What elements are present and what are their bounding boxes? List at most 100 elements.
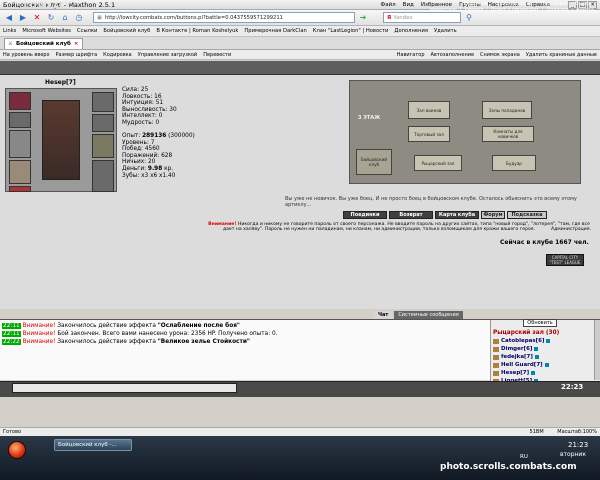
duels-button[interactable]: Поединки (343, 211, 387, 219)
stat-row: Сила: 25 (122, 87, 149, 93)
user-list-item[interactable]: Hesep[7] (493, 370, 536, 376)
refresh-users-button[interactable]: Обновить (523, 319, 557, 327)
link-lastlegion[interactable]: Клан "LastLegion" | Новости (313, 28, 389, 34)
zoom-level[interactable]: Масштаб:100% (557, 429, 597, 435)
tab-system-messages[interactable]: Системные сообщения (394, 311, 463, 319)
info-icon[interactable] (546, 339, 551, 343)
chat-log: 22:11 Внимание! Закончилось действие эфф… (0, 320, 490, 380)
tab-combats[interactable]: ⚔ Бойцовский клуб × (4, 38, 83, 49)
link-links[interactable]: Ссылки (77, 28, 97, 34)
tool-encoding[interactable]: Кодировка (103, 52, 132, 58)
forum-button[interactable]: Форум (481, 211, 505, 219)
link-vkontakte[interactable]: В Контакте | Roman Koshelyuk (156, 28, 238, 34)
password-warning: Внимание! Никогда и никому не говорите п… (207, 222, 591, 233)
club-map-button[interactable]: Карта клуба (435, 211, 479, 219)
taskbar-button[interactable]: Бойцовский клуб -... (54, 439, 132, 451)
search-placeholder: Yandex (393, 14, 413, 21)
shield-slot[interactable] (92, 134, 114, 158)
character-name[interactable]: Hesep[7] (45, 79, 76, 86)
status-bar: Готово 51ВМ Масштаб:100% (0, 427, 600, 436)
map-room[interactable]: Торговый зал (408, 126, 450, 142)
amulet-slot[interactable] (9, 112, 31, 128)
links-bar: Links Microsoft Websites Ссылки Бойцовск… (0, 26, 600, 37)
tool-autofill[interactable]: Автозаполнение (431, 52, 475, 58)
club-map: Зал воинов Залы паладинов Торговый зал Б… (349, 80, 581, 184)
home-icon[interactable]: ⌂ (59, 12, 71, 24)
start-button[interactable] (8, 441, 26, 459)
map-room[interactable]: Будуар (492, 155, 536, 171)
tool-clear-data[interactable]: Удалить храниные данные (526, 52, 597, 58)
gloves-slot[interactable] (92, 114, 114, 132)
language-indicator[interactable]: RU (520, 454, 528, 460)
chat-input[interactable] (12, 383, 237, 393)
map-room[interactable]: Комнаты для новичков (482, 126, 534, 142)
history-icon[interactable]: ◷ (73, 12, 85, 24)
tool-navigator[interactable]: Навигатор (397, 52, 425, 58)
weapon-slot[interactable] (9, 130, 31, 158)
game-clock: 22:23 (561, 383, 584, 391)
link-remove[interactable]: Удалить (434, 28, 457, 34)
tab-chat[interactable]: Чат (374, 311, 393, 319)
chat-message: 22:11 Внимание! Закончилось действие эфф… (2, 323, 240, 329)
link-addons[interactable]: Дополнения (394, 28, 428, 34)
nav-security[interactable]: Безопасность (496, 1, 532, 7)
map-room[interactable]: Рыцарский зал (414, 155, 462, 171)
go-icon[interactable]: ➔ (357, 12, 369, 24)
helmet-slot[interactable] (9, 92, 31, 110)
belt-slot[interactable] (9, 186, 31, 192)
tool-downloads[interactable]: Управление загрузкой (138, 52, 197, 58)
online-count: Сейчас в клубе 1667 чел. (500, 239, 589, 246)
refresh-icon[interactable]: ↻ (45, 12, 57, 24)
map-room[interactable]: Зал воинов (408, 101, 450, 119)
nav-exit[interactable]: Выход (575, 1, 592, 7)
info-icon[interactable] (531, 371, 536, 375)
hint-button[interactable]: Подсказка (507, 211, 547, 219)
search-icon[interactable]: ⚲ (463, 12, 475, 24)
progress-block: Опыт: 289136 (300000) Уровень: 7 Побед: … (122, 133, 195, 179)
menu-favorites[interactable]: Избранное (421, 2, 452, 8)
map-center[interactable]: Бойцовский клуб (356, 149, 392, 175)
tool-translate[interactable]: Перевести (203, 52, 231, 58)
tool-level-up[interactable]: На уровень вверх (3, 52, 50, 58)
armor-slot[interactable] (9, 160, 31, 184)
subnav-inventory[interactable]: Инвентарь (430, 8, 457, 13)
stop-icon[interactable]: ✕ (31, 12, 43, 24)
boots-slot[interactable] (92, 160, 114, 192)
map-room[interactable]: Залы паладинов (482, 101, 532, 119)
users-scrollbar[interactable] (594, 320, 600, 380)
ring-slots[interactable] (92, 92, 114, 112)
links-menu[interactable]: Links (3, 28, 16, 34)
info-icon[interactable] (534, 347, 539, 351)
link-microsoft[interactable]: Microsoft Websites (22, 28, 71, 34)
subnav-gifts[interactable]: Подарки (547, 8, 569, 13)
info-icon[interactable] (534, 355, 539, 359)
progress-row: Поражений: 628 (122, 152, 173, 159)
room-name: Рыцарский зал (30) (493, 330, 560, 336)
stat-row: Мудрость: 0 (122, 119, 160, 126)
search-input[interactable]: Я Yandex (383, 12, 461, 23)
forward-icon[interactable]: ▶ (17, 12, 29, 24)
tool-font-size[interactable]: Размер шрифта (56, 52, 98, 58)
memory-usage: 51ВМ (529, 429, 544, 435)
user-list-item[interactable]: Hell Guard[7] (493, 362, 549, 368)
return-button[interactable]: Возврат (389, 211, 433, 219)
subnav-skills[interactable]: Умения (465, 8, 484, 13)
subnav-profile[interactable]: Анкета (576, 8, 594, 13)
nav-chat[interactable]: Общение (464, 1, 488, 7)
link-combats[interactable]: Бойцовский клуб (103, 28, 150, 34)
back-icon[interactable]: ◀ (3, 12, 15, 24)
user-list-item[interactable]: Dimger[6] (493, 346, 539, 352)
link-darkclan[interactable]: Примерочная DarkClan (244, 28, 306, 34)
progress-row: Уровень: 7 (122, 139, 155, 146)
info-icon[interactable] (544, 363, 549, 367)
tool-screenshot[interactable]: Снимок экрана (480, 52, 520, 58)
system-clock[interactable]: 21:23 (568, 441, 588, 449)
user-list-item[interactable]: Catoblepas[6] (493, 338, 551, 344)
address-bar[interactable]: ▣ http://lowcity.combats.com/buttons.pl?… (93, 12, 355, 23)
subnav-transfers[interactable]: Отчет о переводах (491, 8, 539, 13)
menu-view[interactable]: Вид (403, 2, 414, 8)
menu-file[interactable]: Файл (380, 2, 395, 8)
user-list-item[interactable]: fedejka[7] (493, 354, 539, 360)
tab-close-icon[interactable]: × (74, 41, 79, 47)
nav-character[interactable]: Персонаж (540, 1, 567, 7)
